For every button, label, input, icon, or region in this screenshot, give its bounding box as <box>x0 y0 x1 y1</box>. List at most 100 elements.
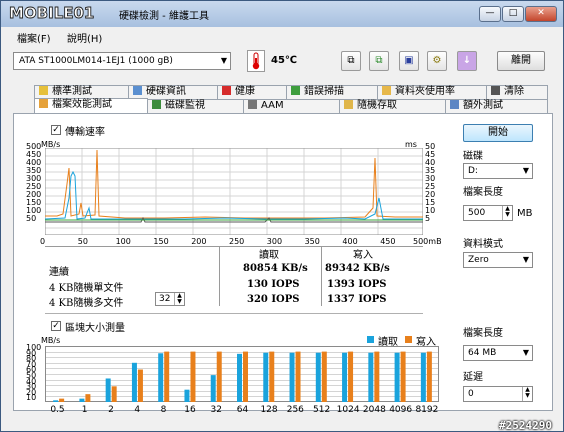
stepper-arrows-icon[interactable]: ▲ ▼ <box>502 206 512 220</box>
write-bar <box>400 351 406 402</box>
menu-help[interactable]: 說明(H) <box>67 30 102 45</box>
options-button[interactable]: ⚙ <box>427 51 447 71</box>
x-tick-label: 8192 <box>415 405 439 415</box>
menu-file[interactable]: 檔案(F) <box>17 30 51 45</box>
close-button[interactable]: ✕ <box>525 6 557 22</box>
toolbar: ATA ST1000LM014-1EJ1 (1000 gB) ▼ 45℃ ⧉ ⧉… <box>1 45 563 79</box>
tab-random-access[interactable]: 隨機存取 <box>339 99 446 113</box>
chevron-down-icon: ▼ <box>220 56 227 65</box>
erase-icon <box>491 86 500 95</box>
transfer-rate-checkbox[interactable]: ✓ <box>51 125 61 135</box>
queue-depth-stepper[interactable]: 32 ▲ ▼ <box>155 292 185 306</box>
info-icon <box>133 86 142 95</box>
x-tick-label: 2048 <box>362 405 386 415</box>
tab-aam[interactable]: AAM <box>243 99 340 113</box>
write-bar <box>164 351 170 402</box>
tab-disk-monitor[interactable]: 磁碟監視 <box>147 99 244 113</box>
y-tick-label: 10 <box>26 393 37 403</box>
thermometer-icon <box>247 50 265 72</box>
copy-info-button[interactable]: ⧉ <box>341 51 361 71</box>
copy-screenshot-icon: ⧉ <box>375 55 383 66</box>
tab-erase[interactable]: 清除 <box>486 85 548 99</box>
tab-file-benchmark[interactable]: 檔案效能測試 <box>34 98 148 114</box>
read-bar <box>105 378 111 402</box>
temperature-value: 45℃ <box>271 55 298 66</box>
tab-benchmark[interactable]: 標準測試 <box>34 85 129 99</box>
write-bar <box>216 351 222 402</box>
file-length-value: 500 <box>468 208 486 218</box>
legend-write-swatch <box>405 336 412 343</box>
options-icon: ⚙ <box>432 55 442 66</box>
read-bar <box>158 353 164 402</box>
results-write-value: 89342 KB/s <box>325 263 390 274</box>
delay-stepper[interactable]: 0 ▲ ▼ <box>463 386 533 402</box>
write-bar <box>137 369 143 402</box>
x-tick-label: 8 <box>160 405 167 415</box>
health-icon <box>222 86 231 95</box>
stepper-arrows-icon[interactable]: ▲ ▼ <box>174 293 184 305</box>
x-tick-label: 128 <box>260 405 278 415</box>
write-bar <box>85 394 91 402</box>
read-bar <box>184 389 190 402</box>
results-divider-v1 <box>219 246 220 306</box>
file-benchmark-icon <box>39 99 48 108</box>
read-bar <box>237 353 242 402</box>
x-tick-label: 0.5 <box>50 405 65 415</box>
write-bar <box>426 351 432 402</box>
monitor-icon <box>152 100 161 109</box>
x-tick-label: 100 <box>115 237 131 246</box>
x-tick-label: 4096 <box>389 405 413 415</box>
start-button[interactable]: 開始 <box>463 124 533 142</box>
svg-text:MOBILE01: MOBILE01 <box>9 4 94 22</box>
results-read-value: 320 IOPS <box>247 294 300 305</box>
window-title: 硬碟檢測 - 維護工具 <box>119 11 209 22</box>
drive-select-value: ATA ST1000LM014-1EJ1 (1000 gB) <box>19 56 173 66</box>
tab-error-scan[interactable]: 錯誤掃描 <box>286 85 378 99</box>
write-bar <box>243 351 248 402</box>
block-ylabel: MB/s <box>41 336 61 345</box>
data-mode-dropdown[interactable]: Zero ▼ <box>463 252 533 268</box>
write-bar <box>295 351 301 402</box>
file-length-label: 檔案長度 <box>463 187 503 198</box>
results-row-label: 連續 <box>49 267 69 278</box>
block-file-length-dropdown[interactable]: 64 MB ▼ <box>463 345 533 361</box>
results-divider-v2 <box>321 246 322 306</box>
block-size-chart <box>45 346 439 402</box>
chevron-down-icon: ▼ <box>522 255 529 264</box>
x-tick-label: 300 <box>266 237 283 246</box>
data-mode-label: 資料模式 <box>463 239 503 250</box>
tab-folder-usage[interactable]: 資料夾使用率 <box>377 85 487 99</box>
minimize-button[interactable]: — <box>479 6 501 22</box>
stepper-arrows-icon[interactable]: ▲ ▼ <box>522 387 532 401</box>
x-tick-label: 0 <box>40 237 46 246</box>
x-tick-label: 16 <box>184 405 196 415</box>
file-length-unit: MB <box>517 208 533 219</box>
read-bar <box>79 398 85 402</box>
tab-health[interactable]: 健康 <box>217 85 287 99</box>
x-tick-label: 2 <box>108 405 114 415</box>
tab-info[interactable]: 硬碟資訊 <box>128 85 218 99</box>
save-icon: ▣ <box>404 55 414 66</box>
x-tick-label: 4 <box>134 405 141 415</box>
results-row-label: 4 KB隨機多文件 <box>49 298 124 309</box>
save-button[interactable]: ▣ <box>399 51 419 71</box>
copy-screenshot-button[interactable]: ⧉ <box>369 51 389 71</box>
read-bar <box>210 375 216 402</box>
maximize-button[interactable]: □ <box>502 6 524 22</box>
drive-dropdown[interactable]: D: ▼ <box>463 163 533 179</box>
download-icon: ↓ <box>462 55 472 66</box>
write-bar <box>269 351 275 402</box>
block-size-label: 區塊大小測量 <box>65 323 125 334</box>
block-size-checkbox[interactable]: ✓ <box>51 321 61 331</box>
section-divider <box>45 313 423 314</box>
file-length-stepper[interactable]: 500 ▲ ▼ <box>463 205 513 221</box>
x-tick-label: 350 <box>304 237 320 246</box>
write-bar <box>374 351 380 402</box>
download-button[interactable]: ↓ <box>457 51 477 71</box>
results-header-read: 讀取 <box>259 250 279 261</box>
exit-button[interactable]: 離開 <box>497 51 545 71</box>
benchmark-icon <box>39 86 48 95</box>
tab-extra-tests[interactable]: 額外測試 <box>445 99 548 113</box>
drive-select[interactable]: ATA ST1000LM014-1EJ1 (1000 gB) ▼ <box>13 52 231 70</box>
results-row-label: 4 KB隨機單文件 <box>49 283 124 294</box>
